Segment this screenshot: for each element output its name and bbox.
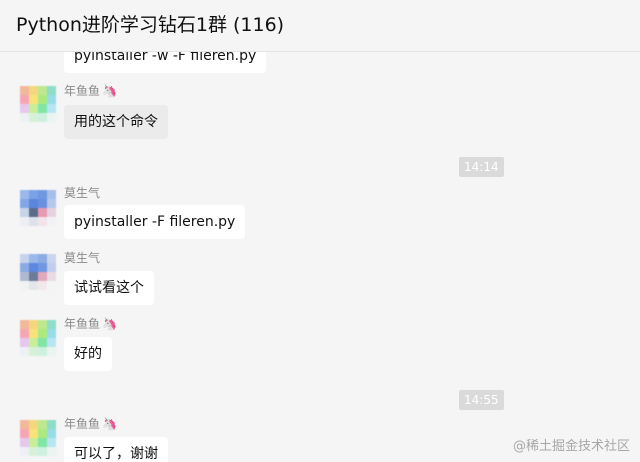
message-bubble: 可以了，谢谢 <box>64 437 168 462</box>
sender-name: 年鱼鱼 🦄 <box>64 415 117 432</box>
unicorn-icon: 🦄 <box>102 417 117 431</box>
unicorn-icon: 🦄 <box>102 317 117 331</box>
sender-name: 莫生气 <box>64 249 100 266</box>
avatar[interactable] <box>20 190 56 226</box>
avatar[interactable] <box>20 320 56 356</box>
timestamp: 14:55 <box>459 390 504 410</box>
unicorn-icon: 🦄 <box>102 84 117 98</box>
chat-header: Python进阶学习钻石1群 (116) <box>0 0 640 52</box>
sender-label: 莫生气 <box>64 251 101 265</box>
message-bubble: 用的这个命令 <box>64 105 168 139</box>
chat-area: pyinstaller -w -F fileren.py 年鱼鱼 🦄 用的这个命令… <box>0 0 640 462</box>
sender-name: 莫生气 <box>64 184 100 201</box>
sender-name: 年鱼鱼 🦄 <box>64 82 117 99</box>
message-bubble: pyinstaller -F fileren.py <box>64 205 246 239</box>
sender-name: 年鱼鱼 🦄 <box>64 315 117 332</box>
watermark: @稀土掘金技术社区 <box>512 439 630 454</box>
sender-label: 年鱼鱼 <box>64 84 101 98</box>
avatar[interactable] <box>20 86 56 122</box>
timestamp: 14:14 <box>459 157 504 177</box>
avatar[interactable] <box>20 254 56 290</box>
sender-label: 年鱼鱼 <box>64 417 101 431</box>
chat-title[interactable]: Python进阶学习钻石1群 (116) <box>16 10 284 37</box>
sender-label: 年鱼鱼 <box>64 317 101 331</box>
sender-label: 莫生气 <box>64 186 101 200</box>
avatar[interactable] <box>20 420 56 456</box>
message-bubble: 试试看这个 <box>64 271 154 305</box>
message-bubble: 好的 <box>64 337 112 371</box>
